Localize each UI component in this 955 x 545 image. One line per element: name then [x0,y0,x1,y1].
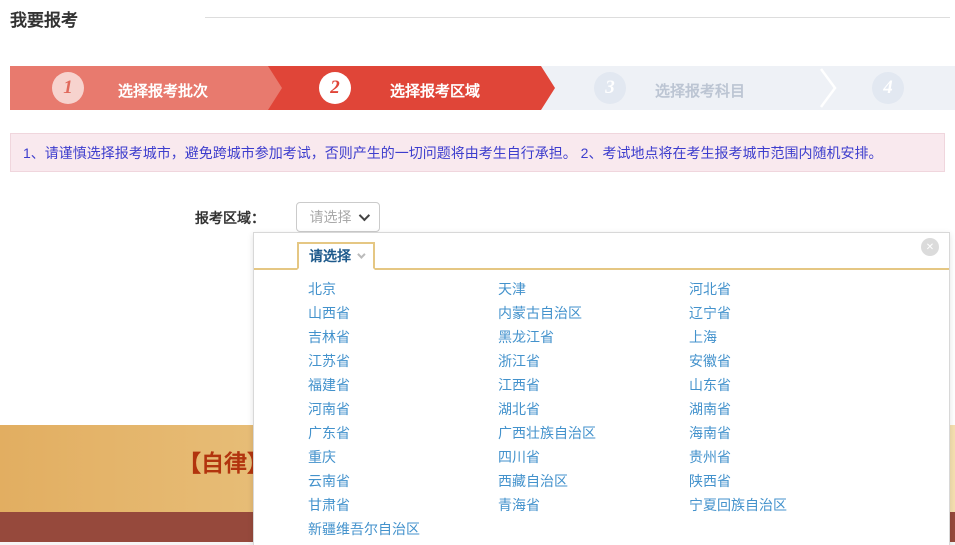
province-link[interactable]: 湖北省 [498,399,689,419]
region-select[interactable]: 请选择 [296,202,380,232]
select-caret-down-icon [358,210,369,221]
province-link[interactable]: 江西省 [498,375,689,395]
province-link[interactable]: 山东省 [689,375,939,395]
step-divider-chevron-icon [818,66,840,110]
region-field-label: 报考区域： [195,208,265,228]
step-2-label: 选择报考区域 [390,80,480,101]
close-icon[interactable]: ✕ [921,238,939,256]
province-link[interactable]: 甘肃省 [308,495,498,515]
province-link[interactable]: 黑龙江省 [498,327,689,347]
region-select-value: 请选择 [310,207,352,227]
province-link[interactable]: 浙江省 [498,351,689,371]
province-link[interactable]: 重庆 [308,447,498,467]
region-picker-panel: 请选择 ✕ 北京天津河北省山西省内蒙古自治区辽宁省吉林省黑龙江省上海江苏省浙江省… [253,232,950,545]
step-2-number: 2 [319,72,351,104]
step-1-number: 1 [52,72,84,104]
province-link[interactable]: 江苏省 [308,351,498,371]
province-link[interactable]: 云南省 [308,471,498,491]
province-link[interactable]: 内蒙古自治区 [498,303,689,323]
province-grid: 北京天津河北省山西省内蒙古自治区辽宁省吉林省黑龙江省上海江苏省浙江省安徽省福建省… [308,277,939,541]
region-picker-tabbar: 请选择 [254,233,949,270]
province-link[interactable]: 青海省 [498,495,689,515]
province-link[interactable]: 宁夏回族自治区 [689,495,939,515]
step-4-number: 4 [872,72,904,104]
tab-please-select[interactable]: 请选择 [297,242,375,270]
step-3-label: 选择报考科目 [655,80,745,101]
province-link[interactable]: 陕西省 [689,471,939,491]
province-link[interactable]: 海南省 [689,423,939,443]
province-link[interactable]: 西藏自治区 [498,471,689,491]
province-link[interactable]: 湖南省 [689,399,939,419]
province-link[interactable]: 福建省 [308,375,498,395]
province-link[interactable]: 新疆维吾尔自治区 [308,519,498,539]
province-link[interactable]: 河北省 [689,279,939,299]
province-link[interactable]: 北京 [308,279,498,299]
province-link[interactable]: 四川省 [498,447,689,467]
province-link[interactable]: 广西壮族自治区 [498,423,689,443]
tab-label: 请选择 [309,246,351,266]
province-link[interactable]: 山西省 [308,303,498,323]
province-link[interactable]: 贵州省 [689,447,939,467]
province-link[interactable]: 吉林省 [308,327,498,347]
tab-caret-down-icon [357,250,365,258]
province-link[interactable]: 天津 [498,279,689,299]
province-link[interactable]: 广东省 [308,423,498,443]
province-link[interactable]: 安徽省 [689,351,939,371]
step-3-number: 3 [594,72,626,104]
notice-bar: 1、请谨慎选择报考城市，避免跨城市参加考试，否则产生的一切问题将由考生自行承担。… [10,133,945,172]
province-link[interactable]: 河南省 [308,399,498,419]
notice-text: 1、请谨慎选择报考城市，避免跨城市参加考试，否则产生的一切问题将由考生自行承担。… [23,143,882,163]
header-divider [205,17,950,18]
province-link[interactable]: 上海 [689,327,939,347]
step-1-label: 选择报考批次 [118,80,208,101]
page-title: 我要报考 [10,6,78,31]
province-link[interactable]: 辽宁省 [689,303,939,323]
